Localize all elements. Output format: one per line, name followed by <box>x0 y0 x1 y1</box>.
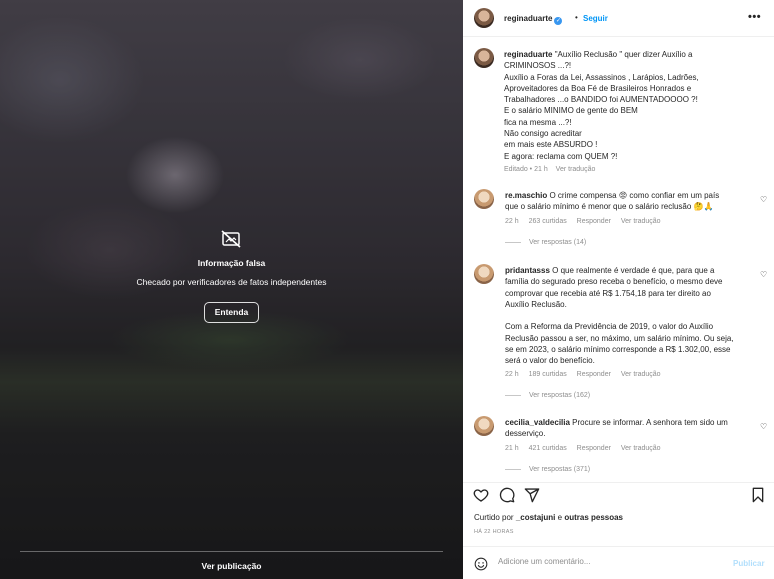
post-header: reginaduarte ✓ • Seguir ••• <box>463 0 774 37</box>
bookmark-icon[interactable] <box>750 487 766 503</box>
see-translation-link[interactable]: Ver tradução <box>621 371 661 378</box>
comment-time: 22 h <box>505 218 519 225</box>
caption-body: "Auxílio Reclusão " quer dizer Auxílio a… <box>504 50 699 161</box>
heart-icon[interactable]: ♡ <box>760 422 767 431</box>
view-replies-button[interactable]: Ver respostas (371) <box>505 466 590 473</box>
post-media: Informação falsa Checado por verificador… <box>0 0 463 579</box>
liked-by-user[interactable]: _costajuni <box>516 513 556 522</box>
emoji-icon[interactable] <box>474 557 488 571</box>
avatar[interactable] <box>474 48 494 68</box>
comment-username[interactable]: cecilia_valdecilia <box>505 418 570 427</box>
post-panel: reginaduarte ✓ • Seguir ••• reginaduarte … <box>463 0 774 579</box>
reply-button[interactable]: Responder <box>577 218 611 225</box>
view-replies-button[interactable]: Ver respostas (162) <box>505 392 590 399</box>
comment-likes[interactable]: 421 curtidas <box>529 445 567 452</box>
view-replies-button[interactable]: Ver respostas (14) <box>505 239 586 246</box>
comment-time: 21 h <box>505 445 519 452</box>
follow-button[interactable]: Seguir <box>583 14 608 23</box>
comment-text: pridantasss O que realmente é verdade é … <box>505 266 734 366</box>
see-translation-link[interactable]: Ver tradução <box>621 445 661 452</box>
separator-dot: • <box>575 13 578 22</box>
eye-off-icon <box>221 230 241 248</box>
author-username[interactable]: reginaduarte ✓ <box>504 14 563 25</box>
comment-text: re.maschio O crime compensa 😡 como confi… <box>505 191 720 212</box>
edited-label: Editado • 21 h <box>504 166 548 173</box>
caption-meta: Editado • 21 h Ver tradução <box>504 166 595 173</box>
see-post-button[interactable]: Ver publicação <box>0 561 463 571</box>
comment-meta: 22 h 263 curtidas Responder Ver tradução <box>505 218 669 225</box>
comment-likes[interactable]: 189 curtidas <box>529 371 567 378</box>
reply-button[interactable]: Responder <box>577 371 611 378</box>
reply-button[interactable]: Responder <box>577 445 611 452</box>
action-bar <box>463 482 774 506</box>
comment-meta: 21 h 421 curtidas Responder Ver tradução <box>505 445 669 452</box>
avatar[interactable] <box>474 416 494 436</box>
see-translation-link[interactable]: Ver tradução <box>556 166 596 173</box>
comment-icon[interactable] <box>499 487 515 503</box>
fact-check-title: Informação falsa <box>197 258 266 268</box>
comment-composer: Publicar <box>463 546 774 579</box>
comment-text: cecilia_valdecilia Procure se informar. … <box>505 418 728 439</box>
avatar[interactable] <box>474 8 494 28</box>
comment-meta: 22 h 189 curtidas Responder Ver tradução <box>505 371 669 378</box>
post-timestamp: HÁ 22 HORAS <box>474 529 514 535</box>
divider <box>20 551 443 552</box>
see-translation-link[interactable]: Ver tradução <box>621 218 661 225</box>
publish-button[interactable]: Publicar <box>733 559 765 568</box>
avatar[interactable] <box>474 264 494 284</box>
comment-time: 22 h <box>505 371 519 378</box>
verified-badge-icon: ✓ <box>554 17 563 25</box>
heart-icon[interactable] <box>473 487 489 503</box>
liked-by-others[interactable]: outras pessoas <box>564 513 623 522</box>
heart-icon[interactable]: ♡ <box>760 270 767 279</box>
comment-username[interactable]: pridantasss <box>505 266 550 275</box>
more-options-icon[interactable]: ••• <box>748 11 761 23</box>
heart-icon[interactable]: ♡ <box>760 195 767 204</box>
comment-likes[interactable]: 263 curtidas <box>529 218 567 225</box>
caption-username[interactable]: reginaduarte <box>504 50 552 59</box>
caption-text: reginaduarte "Auxílio Reclusão " quer di… <box>504 49 766 162</box>
avatar[interactable] <box>474 189 494 209</box>
comment-input[interactable] <box>498 557 718 566</box>
fact-check-overlay: Informação falsa Checado por verificador… <box>0 0 463 579</box>
comment-username[interactable]: re.maschio <box>505 191 547 200</box>
share-icon[interactable] <box>524 487 540 503</box>
understand-button[interactable]: Entenda <box>204 302 259 323</box>
liked-by: Curtido por _costajuni e outras pessoas <box>474 513 624 522</box>
fact-check-subtitle: Checado por verificadores de fatos indep… <box>136 277 327 287</box>
